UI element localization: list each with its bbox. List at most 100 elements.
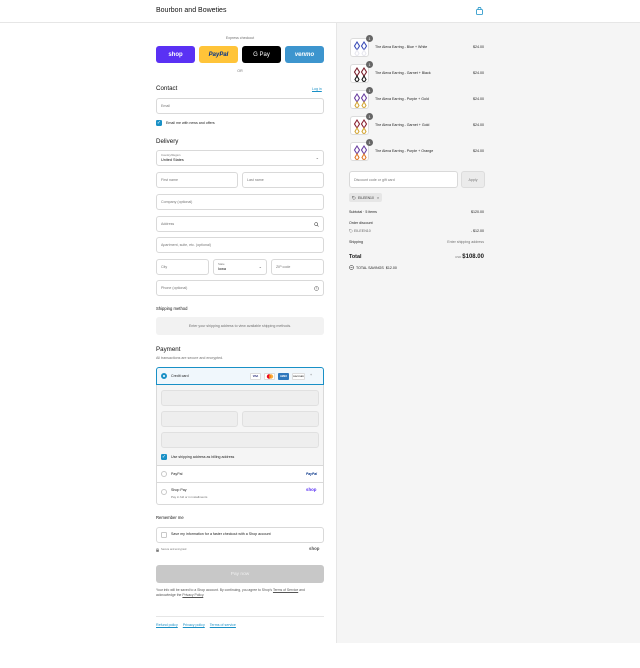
billing-checkbox[interactable]: ✓ — [161, 454, 167, 460]
credit-card-radio[interactable] — [161, 373, 167, 379]
paypal-icon: PayPal — [306, 472, 318, 476]
mastercard-circles — [266, 374, 273, 379]
country-select[interactable]: Country/Region United States ⌄ — [156, 150, 324, 166]
product-name: The Alexa Earring - Blue + White — [375, 45, 428, 49]
product-price: $24.00 — [473, 149, 484, 153]
total-savings: TOTAL SAVINGS $12.00 — [349, 265, 397, 270]
city-field[interactable]: City — [156, 259, 209, 275]
amex-logo-text: AMEX — [280, 375, 287, 378]
total-row: Total USD $108.00 — [349, 254, 484, 260]
company-field[interactable]: Company (optional) — [156, 194, 324, 210]
shop-pay-subtitle: Pay in full or in installments — [171, 495, 208, 499]
remember-heading: Remember me — [156, 515, 184, 520]
pay-now-button[interactable]: Pay now — [156, 565, 324, 583]
shop-pay-button[interactable]: shop — [156, 46, 195, 63]
tag-icon — [352, 195, 356, 200]
earring-image — [353, 92, 368, 108]
paypal-option-label: PayPal — [171, 472, 183, 476]
google-pay-button[interactable]: G Pay — [242, 46, 281, 63]
chevron-down-icon: ⌄ — [258, 264, 262, 269]
pay-now-label: Pay now — [230, 571, 250, 577]
delivery-heading: Delivery — [156, 138, 179, 145]
shop-pay-label: shop — [168, 51, 183, 58]
earring-image — [353, 66, 368, 82]
first-name-field[interactable]: First name — [156, 172, 238, 188]
card-number-field[interactable] — [161, 390, 319, 406]
paypal-button[interactable]: PayPal — [199, 46, 238, 63]
name-on-card-field[interactable] — [161, 432, 319, 448]
remove-tag-icon[interactable]: × — [377, 195, 379, 200]
apply-button[interactable]: Apply — [461, 171, 485, 188]
discount-code: EILEEN10 — [354, 229, 371, 233]
venmo-button[interactable]: venmo — [285, 46, 324, 63]
shopping-bag-icon[interactable] — [476, 7, 483, 15]
quantity-badge: 1 — [366, 113, 373, 120]
phone-field[interactable]: Phone (optional) ? — [156, 280, 324, 296]
billing-label: Use shipping address as billing address — [171, 455, 235, 459]
shipping-notice: Enter your shipping address to view avai… — [188, 324, 292, 328]
product-name: The Alexa Earring - Purple + Gold — [375, 97, 429, 101]
svg-text:?: ? — [316, 287, 318, 291]
savings-label: TOTAL SAVINGS — [356, 265, 384, 270]
state-select[interactable]: State Iowa ⌄ — [213, 259, 267, 275]
discount-field[interactable]: Discount code or gift card — [349, 171, 458, 188]
discount-code-label: EILEEN10 — [349, 229, 371, 233]
privacy-link[interactable]: Privacy Policy — [182, 593, 203, 597]
shop-pay-option[interactable] — [156, 483, 324, 505]
paypal-radio[interactable] — [161, 471, 167, 477]
expiry-field[interactable] — [161, 411, 238, 427]
privacy-policy-link[interactable]: Privacy policy — [183, 623, 205, 627]
legal-text-end: . — [203, 593, 205, 598]
payment-heading: Payment — [156, 346, 181, 353]
apartment-placeholder: Apartment, suite, etc. (optional) — [161, 243, 211, 247]
email-field[interactable]: Email — [156, 98, 324, 114]
earring-image — [353, 144, 368, 160]
apartment-field[interactable]: Apartment, suite, etc. (optional) — [156, 237, 324, 253]
google-pay-label: G Pay — [253, 51, 270, 58]
country-value: United States — [161, 158, 184, 162]
country-label: Country/Region — [161, 153, 181, 157]
shop-logo: shop — [309, 546, 320, 551]
security-code-field[interactable] — [242, 411, 319, 427]
lock-icon — [156, 548, 159, 552]
chevron-down-icon: ⌄ — [315, 155, 319, 160]
currency-label: USD — [454, 255, 462, 259]
paypal-label: PayPal — [208, 51, 229, 58]
first-name-placeholder: First name — [161, 178, 178, 182]
shipping-method-heading: Shipping method — [156, 306, 188, 311]
product-price: $24.00 — [473, 71, 484, 75]
product-price: $24.00 — [473, 45, 484, 49]
last-name-field[interactable]: Last name — [242, 172, 324, 188]
help-icon[interactable]: ? — [314, 286, 319, 291]
shop-pay-radio[interactable] — [161, 489, 167, 495]
discount-tag-label: EILEEN10 — [358, 195, 374, 200]
discover-logo-text: DISCOVER — [293, 375, 304, 378]
venmo-label: venmo — [294, 51, 315, 58]
tag-icon — [349, 229, 353, 233]
terms-link[interactable]: Terms of Service — [273, 588, 298, 592]
shop-name[interactable]: Bourbon and Boweties — [156, 7, 226, 14]
total-value: $108.00 — [462, 254, 484, 260]
terms-of-service-link[interactable]: Terms of service — [210, 623, 236, 627]
refund-policy-link[interactable]: Refund policy — [156, 623, 178, 627]
news-checkbox[interactable]: ✓ — [156, 120, 162, 126]
quantity-badge: 1 — [366, 87, 373, 94]
zip-field[interactable]: ZIP code — [271, 259, 324, 275]
legal-text-before: Your info will be saved to a Shop accoun… — [156, 588, 273, 592]
save-info-checkbox[interactable] — [161, 532, 167, 538]
quantity-badge: 1 — [366, 139, 373, 146]
earring-image — [353, 118, 368, 134]
product-name: The Alexa Earring - Garnet + Black — [375, 71, 431, 75]
amex-icon: AMEX — [278, 373, 289, 380]
shipping-value: Enter shipping address — [447, 240, 484, 244]
payment-subtitle: All transactions are secure and encrypte… — [156, 356, 224, 360]
subtotal-row: Subtotal · 5 items $120.00 — [349, 210, 484, 214]
savings-value: $12.00 — [385, 265, 397, 270]
email-placeholder: Email — [161, 104, 170, 108]
subtotal-value: $120.00 — [471, 210, 484, 214]
discount-tag: EILEEN10 × — [349, 193, 383, 202]
last-name-placeholder: Last name — [247, 178, 264, 182]
login-link[interactable]: Log in — [312, 87, 322, 91]
save-info-label: Save my information for a faster checkou… — [171, 532, 271, 536]
address-field[interactable]: Address — [156, 216, 324, 232]
